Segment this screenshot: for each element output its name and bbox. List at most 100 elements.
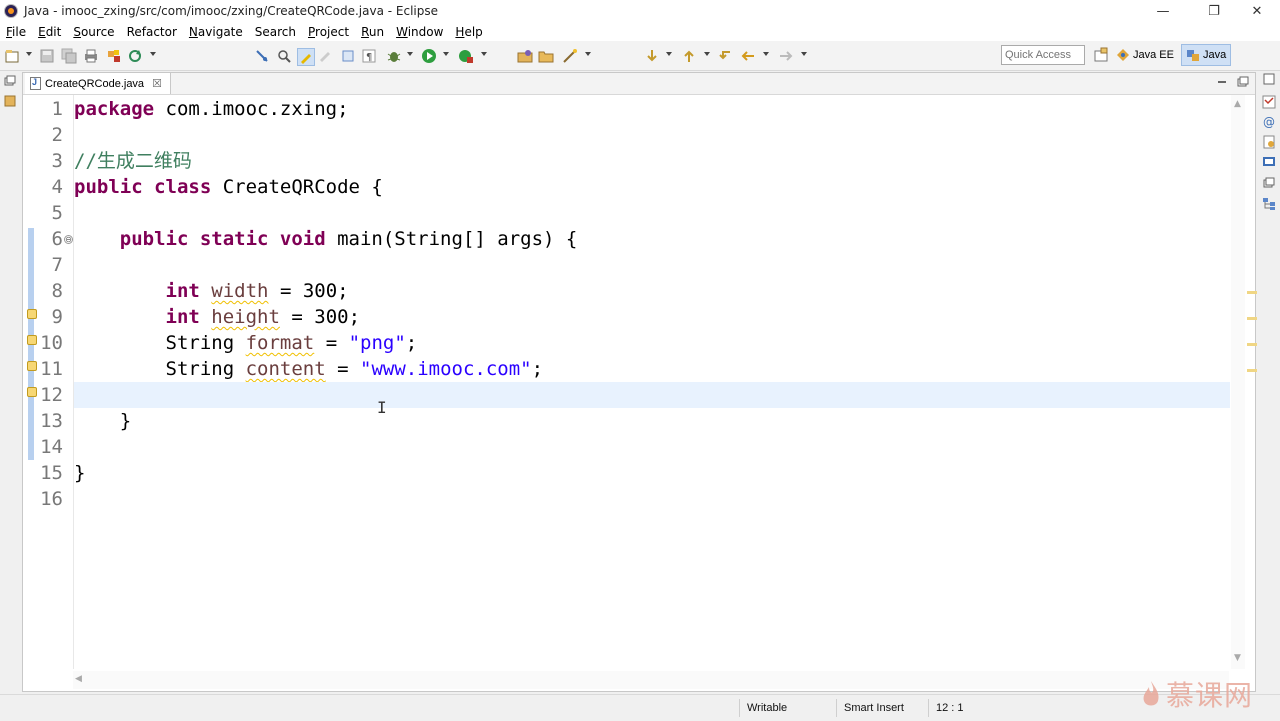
right-trim-stack: @ bbox=[1258, 71, 1280, 691]
coverage-icon[interactable] bbox=[458, 48, 474, 64]
menu-project[interactable]: Project bbox=[302, 25, 355, 39]
line-number: 1 bbox=[51, 98, 63, 120]
menu-help[interactable]: Help bbox=[449, 25, 488, 39]
perspective-switcher: Java EE Java bbox=[1093, 44, 1232, 66]
save-icon[interactable] bbox=[39, 48, 55, 64]
menu-bar: File Edit Source Refactor Navigate Searc… bbox=[0, 22, 1280, 41]
wand-dropdown-icon[interactable] bbox=[585, 52, 591, 56]
javadoc-icon[interactable] bbox=[1262, 135, 1276, 149]
java-file-icon bbox=[30, 77, 41, 90]
open-folder-icon[interactable] bbox=[538, 48, 554, 64]
close-button[interactable]: ✕ bbox=[1234, 0, 1280, 22]
maximize-view-icon[interactable] bbox=[1262, 73, 1276, 87]
block-selection-icon[interactable] bbox=[318, 48, 334, 64]
overview-warning-marker[interactable] bbox=[1247, 369, 1257, 372]
overview-warning-marker[interactable] bbox=[1247, 317, 1257, 320]
menu-file[interactable]: File bbox=[0, 25, 32, 39]
show-whitespace-icon[interactable] bbox=[340, 48, 356, 64]
perspective-java[interactable]: Java bbox=[1180, 44, 1232, 66]
overview-warning-marker[interactable] bbox=[1247, 343, 1257, 346]
last-edit-location-icon[interactable] bbox=[718, 48, 734, 64]
forward-icon[interactable] bbox=[778, 48, 794, 64]
menu-run[interactable]: Run bbox=[355, 25, 390, 39]
quick-access-input[interactable] bbox=[1001, 45, 1085, 65]
vertical-scrollbar[interactable]: ▲ ▼ bbox=[1231, 95, 1245, 669]
restore-button[interactable]: ❐ bbox=[1191, 0, 1237, 22]
back-icon[interactable] bbox=[740, 48, 756, 64]
editor-tab-label: CreateQRCode.java bbox=[45, 77, 145, 90]
debug-dropdown-icon[interactable] bbox=[407, 52, 413, 56]
vertical-ruler bbox=[24, 95, 37, 669]
fold-collapse-icon[interactable]: ⊖ bbox=[64, 235, 73, 244]
wand-icon[interactable] bbox=[562, 48, 578, 64]
status-bar: Writable Smart Insert 12 : 1 bbox=[0, 694, 1280, 721]
horizontal-scrollbar[interactable]: ◀ bbox=[73, 671, 1229, 689]
editor-tab-createqrcode[interactable]: CreateQRCode.java ☒ bbox=[25, 73, 171, 94]
svg-text:¶: ¶ bbox=[366, 52, 372, 63]
pilcrow-icon[interactable]: ¶ bbox=[361, 48, 377, 64]
warning-icon[interactable] bbox=[27, 335, 37, 345]
status-insert-mode[interactable]: Smart Insert bbox=[836, 699, 930, 717]
warning-icon[interactable] bbox=[27, 309, 37, 319]
prev-edit-dropdown-icon[interactable] bbox=[704, 52, 710, 56]
debug-icon[interactable] bbox=[386, 48, 402, 64]
scroll-left-icon[interactable]: ◀ bbox=[75, 674, 82, 684]
tab-close-icon[interactable]: ☒ bbox=[152, 77, 162, 90]
refresh-dropdown-icon[interactable] bbox=[150, 52, 156, 56]
coverage-dropdown-icon[interactable] bbox=[481, 52, 487, 56]
new-icon[interactable] bbox=[4, 48, 20, 64]
console-icon[interactable] bbox=[1262, 155, 1276, 169]
code-line: public static void main(String[] args) { bbox=[119, 228, 578, 250]
line-number: 8 bbox=[51, 280, 63, 302]
menu-window[interactable]: Window bbox=[390, 25, 449, 39]
new-dropdown-icon[interactable] bbox=[26, 52, 32, 56]
open-type-icon[interactable] bbox=[106, 48, 122, 64]
status-cursor-position: 12 : 1 bbox=[928, 699, 996, 717]
restore-view-icon[interactable] bbox=[3, 75, 17, 89]
task-list-icon[interactable] bbox=[1262, 95, 1276, 109]
refresh-icon[interactable] bbox=[127, 48, 143, 64]
perspective-java-ee[interactable]: Java EE bbox=[1112, 45, 1178, 65]
menu-edit[interactable]: Edit bbox=[32, 25, 67, 39]
minimize-button[interactable]: — bbox=[1140, 0, 1186, 22]
scroll-down-icon[interactable]: ▼ bbox=[1234, 653, 1241, 663]
editor-tab-bar: CreateQRCode.java ☒ bbox=[23, 73, 1255, 95]
new-java-package-icon[interactable] bbox=[517, 48, 533, 64]
prev-edit-icon[interactable] bbox=[681, 48, 697, 64]
forward-dropdown-icon[interactable] bbox=[801, 52, 807, 56]
next-annotation-icon[interactable] bbox=[254, 48, 270, 64]
code-text-area[interactable]: package com.imooc.zxing; //生成二维码 public … bbox=[73, 95, 1230, 669]
print-icon[interactable] bbox=[83, 48, 99, 64]
line-number: 3 bbox=[51, 150, 63, 172]
save-all-icon[interactable] bbox=[61, 48, 77, 64]
open-perspective-icon[interactable] bbox=[1093, 47, 1109, 63]
warning-icon[interactable] bbox=[27, 387, 37, 397]
code-line: String content = "www.imooc.com"; bbox=[165, 358, 544, 380]
restore-right-view-icon[interactable] bbox=[1262, 177, 1276, 191]
code-line: } bbox=[119, 410, 132, 432]
menu-source[interactable]: Source bbox=[67, 25, 120, 39]
highlight-icon[interactable] bbox=[297, 48, 315, 66]
code-comment: //生成二维码 bbox=[74, 150, 192, 172]
next-edit-icon[interactable] bbox=[644, 48, 660, 64]
run-dropdown-icon[interactable] bbox=[443, 52, 449, 56]
package-explorer-icon[interactable] bbox=[3, 95, 17, 109]
back-dropdown-icon[interactable] bbox=[763, 52, 769, 56]
overview-warning-marker[interactable] bbox=[1247, 291, 1257, 294]
hierarchy-icon[interactable] bbox=[1262, 197, 1276, 211]
toggle-mark-occurrences-icon[interactable] bbox=[276, 48, 292, 64]
svg-text:@: @ bbox=[1263, 115, 1275, 129]
next-edit-dropdown-icon[interactable] bbox=[666, 52, 672, 56]
left-trim-stack bbox=[0, 71, 20, 691]
editor-pane: CreateQRCode.java ☒ 1 2 3 4 5 6 7 8 9 10… bbox=[22, 72, 1257, 692]
run-icon[interactable] bbox=[421, 48, 437, 64]
menu-refactor[interactable]: Refactor bbox=[121, 25, 183, 39]
warning-icon[interactable] bbox=[27, 361, 37, 371]
line-number: 14 bbox=[40, 436, 63, 458]
minimize-editor-icon[interactable] bbox=[1215, 76, 1229, 90]
menu-navigate[interactable]: Navigate bbox=[183, 25, 249, 39]
outline-at-icon[interactable]: @ bbox=[1262, 115, 1276, 129]
maximize-editor-icon[interactable] bbox=[1236, 76, 1250, 90]
scroll-up-icon[interactable]: ▲ bbox=[1234, 99, 1241, 109]
menu-search[interactable]: Search bbox=[249, 25, 302, 39]
